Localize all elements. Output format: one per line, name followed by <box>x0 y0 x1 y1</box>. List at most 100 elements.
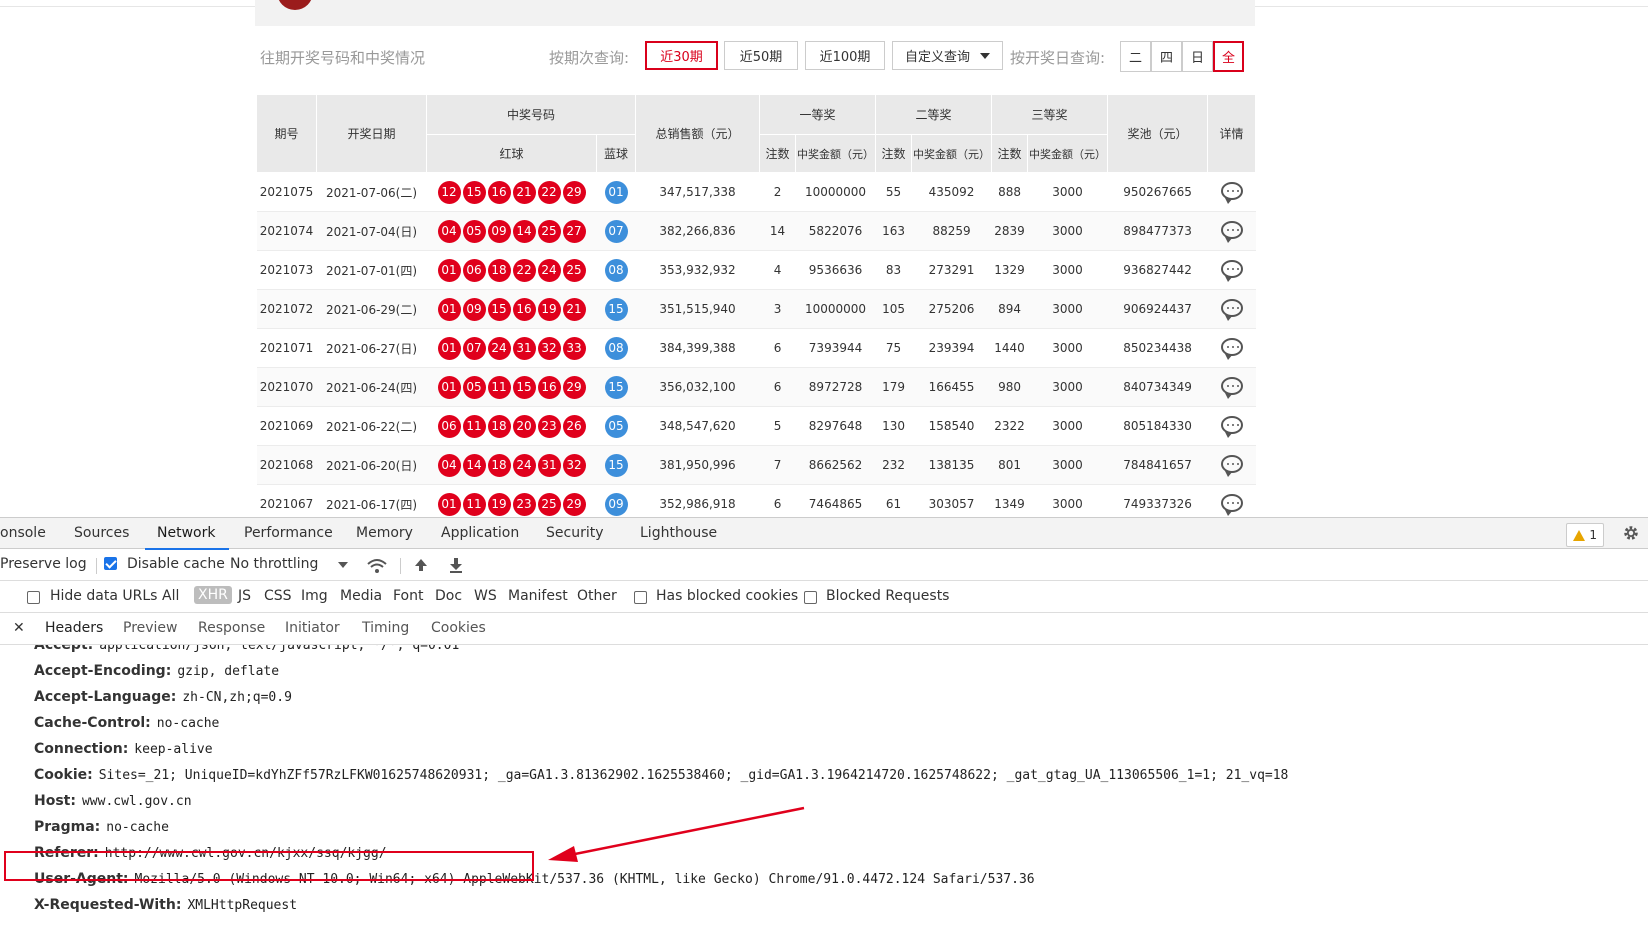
detail-cell[interactable] <box>1207 328 1256 368</box>
wifi-settings-icon[interactable] <box>366 557 388 575</box>
red-ball: 16 <box>512 297 536 321</box>
warning-count: 1 <box>1589 528 1597 542</box>
tab-headers[interactable]: Headers <box>45 620 103 636</box>
filter-all[interactable]: All <box>162 588 179 604</box>
first-count-cell: 2 <box>759 172 796 212</box>
day-tue-button[interactable]: 二 <box>1120 41 1151 72</box>
disable-cache-checkbox[interactable] <box>104 556 117 572</box>
throttling-chevron-icon[interactable] <box>338 562 348 568</box>
tab-cookies[interactable]: Cookies <box>431 620 486 636</box>
detail-cell[interactable] <box>1207 250 1256 290</box>
pool-cell: 936827442 <box>1107 250 1208 290</box>
tab-console[interactable]: onsole <box>0 525 46 541</box>
header-name: Accept-Language: <box>34 689 177 705</box>
disable-cache-label[interactable]: Disable cache <box>127 556 225 572</box>
throttling-select[interactable]: No throttling <box>230 556 318 572</box>
tab-memory[interactable]: Memory <box>356 525 413 541</box>
filter-css[interactable]: CSS <box>264 588 292 604</box>
filter-manifest[interactable]: Manifest <box>508 588 568 604</box>
filter-xhr[interactable]: XHR <box>194 586 232 604</box>
table-row: 2021073 2021-07-01(四) 01 06 18 22 24 25 08 353,93… <box>256 250 1256 290</box>
recent-30-button[interactable]: 近30期 <box>645 41 718 70</box>
period-cell: 2021069 <box>256 406 317 446</box>
filter-js[interactable]: JS <box>238 588 251 604</box>
filter-media[interactable]: Media <box>340 588 382 604</box>
has-blocked-cookies-checkbox[interactable] <box>634 590 647 606</box>
filter-ws[interactable]: WS <box>474 588 497 604</box>
has-blocked-cookies-label[interactable]: Has blocked cookies <box>656 588 798 604</box>
tab-sources[interactable]: Sources <box>74 525 129 541</box>
detail-cell[interactable] <box>1207 211 1256 251</box>
date-cell: 2021-07-01(四) <box>316 250 427 290</box>
request-header-row: Cookie: Sites=_21; UniqueID=kdYhZFf57RzLF… <box>34 767 1288 783</box>
second-amount-cell: 435092 <box>911 172 992 212</box>
third-amount-cell: 3000 <box>1027 172 1108 212</box>
filter-other[interactable]: Other <box>577 588 617 604</box>
sales-cell: 356,032,100 <box>635 367 760 407</box>
comment-icon[interactable] <box>1220 415 1243 438</box>
recent-100-button[interactable]: 近100期 <box>805 41 885 70</box>
request-headers-list: Accept: application/json, text/javascript… <box>0 645 1648 943</box>
comment-icon[interactable] <box>1220 493 1243 516</box>
red-ball: 12 <box>437 180 461 204</box>
blocked-requests-checkbox[interactable] <box>804 590 817 606</box>
detail-cell[interactable] <box>1207 484 1256 517</box>
upload-icon[interactable] <box>414 557 428 573</box>
close-icon[interactable]: ✕ <box>13 620 25 636</box>
hide-data-urls-label[interactable]: Hide data URLs <box>50 588 157 604</box>
tab-preview[interactable]: Preview <box>123 620 178 636</box>
comment-icon[interactable] <box>1220 181 1243 204</box>
tab-lighthouse[interactable]: Lighthouse <box>640 525 717 541</box>
day-all-button[interactable]: 全 <box>1213 41 1244 72</box>
detail-cell[interactable] <box>1207 367 1256 407</box>
blocked-requests-label[interactable]: Blocked Requests <box>826 588 949 604</box>
red-ball: 18 <box>487 414 511 438</box>
red-ball: 04 <box>437 219 461 243</box>
date-cell: 2021-07-06(二) <box>316 172 427 212</box>
detail-cell[interactable] <box>1207 445 1256 485</box>
filter-doc[interactable]: Doc <box>435 588 462 604</box>
comment-icon[interactable] <box>1220 376 1243 399</box>
tab-timing[interactable]: Timing <box>362 620 409 636</box>
gear-icon[interactable] <box>1622 524 1640 542</box>
comment-icon[interactable] <box>1220 454 1243 477</box>
third-count-cell: 801 <box>991 445 1028 485</box>
comment-icon[interactable] <box>1220 259 1243 282</box>
red-ball: 24 <box>537 258 561 282</box>
tab-application[interactable]: Application <box>441 525 519 541</box>
detail-cell[interactable] <box>1207 406 1256 446</box>
custom-query-label: 自定义查询 <box>904 50 970 65</box>
tab-performance[interactable]: Performance <box>244 525 333 541</box>
second-count-cell: 83 <box>875 250 912 290</box>
detail-cell[interactable] <box>1207 289 1256 329</box>
pool-cell: 805184330 <box>1107 406 1208 446</box>
checkbox-icon <box>634 591 647 604</box>
tab-network[interactable]: Network <box>157 525 215 541</box>
tab-security[interactable]: Security <box>546 525 604 541</box>
blue-ball: 08 <box>604 258 628 282</box>
custom-query-dropdown[interactable]: 自定义查询 <box>892 41 1003 70</box>
third-amount-cell: 3000 <box>1027 367 1108 407</box>
download-icon[interactable] <box>449 557 463 573</box>
comment-icon[interactable] <box>1220 220 1243 243</box>
filter-font[interactable]: Font <box>393 588 423 604</box>
detail-cell[interactable] <box>1207 172 1256 212</box>
comment-icon[interactable] <box>1220 298 1243 321</box>
warnings-badge[interactable]: 1 <box>1566 523 1604 547</box>
tab-initiator[interactable]: Initiator <box>285 620 340 636</box>
second-amount-cell: 88259 <box>911 211 992 251</box>
comment-icon[interactable] <box>1220 337 1243 360</box>
filter-img[interactable]: Img <box>301 588 328 604</box>
lottery-page: 往期开奖号码和中奖情况 按期次查询: 近30期 近50期 近100期 自定义查询… <box>0 0 1648 517</box>
period-cell: 2021067 <box>256 484 317 517</box>
hide-data-urls-checkbox[interactable] <box>27 590 40 606</box>
day-sun-button[interactable]: 日 <box>1182 41 1213 72</box>
day-thu-button[interactable]: 四 <box>1151 41 1182 72</box>
tab-response[interactable]: Response <box>198 620 265 636</box>
preserve-log-label[interactable]: Preserve log <box>0 556 87 572</box>
header-third-prize: 三等奖 <box>991 94 1109 135</box>
second-amount-cell: 239394 <box>911 328 992 368</box>
red-ball: 01 <box>437 297 461 321</box>
recent-50-button[interactable]: 近50期 <box>724 41 798 70</box>
red-ball: 24 <box>487 336 511 360</box>
